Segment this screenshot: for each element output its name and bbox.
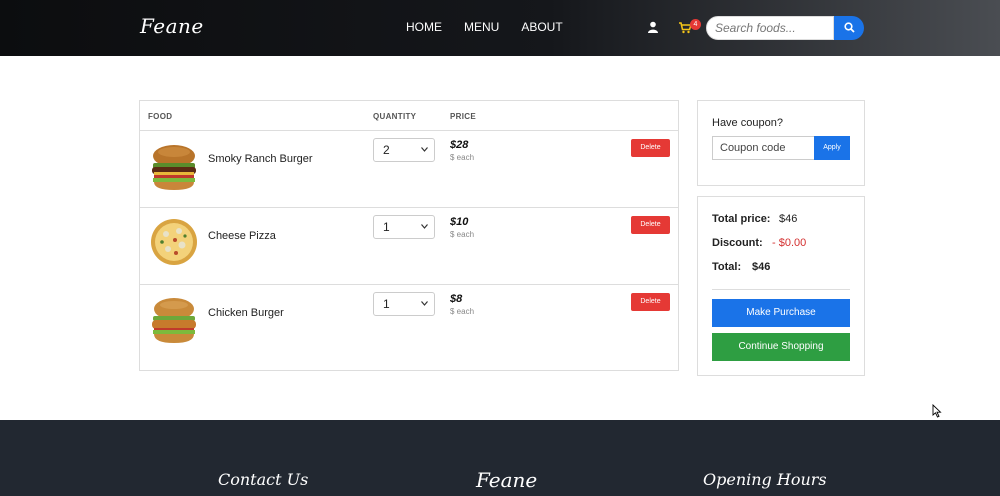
footer-contact-heading: Contact Us [218,470,309,489]
nav-menu[interactable]: MENU [464,20,499,34]
mouse-cursor-icon [932,404,942,418]
total-label: Total: [712,261,742,273]
main-nav: HOME MENU ABOUT [406,20,585,34]
footer-hours-heading: Opening Hours [703,470,827,489]
quantity-select[interactable]: 2 [373,138,435,162]
continue-shopping-button[interactable]: Continue Shopping [712,333,850,361]
delete-button[interactable]: Delete [631,216,670,234]
quantity-value: 1 [383,220,390,234]
column-header-food: FOOD [148,112,173,121]
food-name[interactable]: Chicken Burger [208,307,284,319]
food-name[interactable]: Smoky Ranch Burger [208,153,313,165]
cart-row: Smoky Ranch Burger 2 $28 $ each Delete [140,131,678,208]
chicken-burger-image [152,298,196,343]
order-summary-card: Total price: $46 Discount: - $0.00 Total… [697,196,865,376]
chevron-down-icon [421,224,428,229]
footer: Contact Us Feane Opening Hours [0,420,1000,496]
discount-label: Discount: [712,237,763,249]
search-input[interactable] [706,16,834,40]
apply-coupon-button[interactable]: Apply [814,136,850,160]
item-price: $10 [450,216,469,228]
item-price: $28 [450,139,469,151]
cart-row: Cheese Pizza 1 $10 $ each Delete [140,208,678,285]
column-header-price: PRICE [450,112,476,121]
nav-about[interactable]: ABOUT [521,20,562,34]
user-icon[interactable] [648,21,658,33]
price-each-label: $ each [450,230,475,239]
summary-divider [712,289,850,290]
footer-brand[interactable]: Feane [476,468,537,492]
search-icon [844,22,855,33]
cart-table: FOOD QUANTITY PRICE Smoky Ranch Burger 2… [139,100,679,371]
top-navbar: Feane HOME MENU ABOUT 4 [0,0,1000,56]
chevron-down-icon [421,301,428,306]
food-name[interactable]: Cheese Pizza [208,230,276,242]
delete-button[interactable]: Delete [631,293,670,311]
total-price-value: $46 [779,213,798,225]
nav-home[interactable]: HOME [406,20,442,34]
burger-image [152,145,196,190]
total-value: $46 [752,261,771,273]
delete-button[interactable]: Delete [631,139,670,157]
make-purchase-button[interactable]: Make Purchase [712,299,850,327]
price-each-label: $ each [450,307,475,316]
brand-logo[interactable]: Feane [140,14,204,38]
item-price: $8 [450,293,463,305]
coupon-card: Have coupon? Coupon code Apply [697,100,865,186]
search-button[interactable] [834,16,864,40]
cart-row: Chicken Burger 1 $8 $ each Delete [140,285,678,362]
total-price-label: Total price: [712,213,771,225]
cart-count-badge: 4 [690,19,701,30]
coupon-label: Have coupon? [712,117,783,129]
quantity-select[interactable]: 1 [373,215,435,239]
coupon-input[interactable]: Coupon code [712,136,814,160]
discount-value: - $0.00 [772,237,807,249]
price-each-label: $ each [450,153,475,162]
quantity-value: 2 [383,143,390,157]
quantity-select[interactable]: 1 [373,292,435,316]
pizza-image [151,219,197,265]
column-header-quantity: QUANTITY [373,112,417,121]
chevron-down-icon [421,147,428,152]
quantity-value: 1 [383,297,390,311]
